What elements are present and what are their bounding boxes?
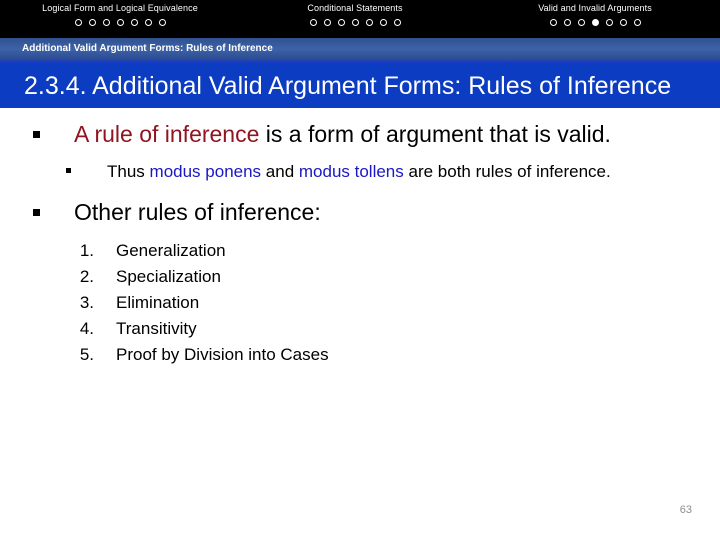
nav-dot[interactable] (116, 19, 124, 26)
slide-body: A rule of inference is a form of argumen… (0, 108, 720, 540)
list-item-number: 3. (79, 293, 94, 312)
nav-dot[interactable] (365, 19, 373, 26)
rules-of-inference-list: 1. Generalization 2. Specialization 3. E… (0, 238, 720, 368)
section-subtitle-bar: Additional Valid Argument Forms: Rules o… (0, 38, 720, 63)
bullet-text-rest: is a form of argument that is valid. (259, 121, 611, 147)
section-subtitle-text: Additional Valid Argument Forms: Rules o… (22, 43, 273, 54)
list-item: 2. Specialization (0, 264, 720, 290)
list-item-label: Specialization (116, 267, 221, 286)
term-modus-tollens: modus tollens (298, 162, 404, 181)
slide-title-banner: 2.3.4. Additional Valid Argument Forms: … (0, 63, 720, 108)
page-title: 2.3.4. Additional Valid Argument Forms: … (24, 71, 672, 100)
nav-section-conditional-statements[interactable]: Conditional Statements (240, 0, 470, 38)
nav-dot[interactable] (74, 19, 82, 26)
nav-dot[interactable] (605, 19, 613, 26)
list-item-label: Proof by Division into Cases (116, 345, 329, 364)
subbullet-modus-examples: Thus modus ponens and modus tollens are … (0, 160, 720, 184)
list-item: 4. Transitivity (0, 316, 720, 342)
nav-dot-current[interactable] (591, 19, 599, 26)
nav-dot[interactable] (393, 19, 401, 26)
square-bullet-icon (66, 168, 71, 173)
nav-section-logical-form[interactable]: Logical Form and Logical Equivalence (0, 0, 240, 38)
nav-dot[interactable] (577, 19, 585, 26)
nav-section-title: Valid and Invalid Arguments (538, 3, 652, 13)
nav-dot[interactable] (130, 19, 138, 26)
bullet-text: Other rules of inference: (74, 199, 321, 225)
nav-section-valid-invalid-arguments[interactable]: Valid and Invalid Arguments (470, 0, 720, 38)
list-item-number: 4. (79, 319, 94, 338)
subbullet-part-3: are both rules of inference. (403, 162, 611, 181)
list-item-label: Transitivity (116, 319, 197, 338)
nav-section-title: Conditional Statements (307, 3, 403, 13)
top-navigation-bar: Logical Form and Logical Equivalence Con… (0, 0, 720, 38)
subbullet-text: Thus modus ponens and modus tollens are … (107, 160, 611, 184)
bullet-rule-of-inference-definition: A rule of inference is a form of argumen… (0, 120, 720, 148)
nav-dot[interactable] (309, 19, 317, 26)
square-bullet-icon (33, 131, 40, 138)
nav-dot[interactable] (158, 19, 166, 26)
list-item-label: Generalization (116, 241, 226, 260)
nav-dot[interactable] (144, 19, 152, 26)
nav-dot[interactable] (102, 19, 110, 26)
square-bullet-icon (33, 209, 40, 216)
nav-progress-dots (240, 13, 470, 26)
nav-dot[interactable] (337, 19, 345, 26)
nav-dot[interactable] (323, 19, 331, 26)
list-item-label: Elimination (116, 293, 200, 312)
list-item: 1. Generalization (0, 238, 720, 264)
nav-dot[interactable] (379, 19, 387, 26)
term-rule-of-inference: A rule of inference (74, 121, 260, 147)
nav-dot[interactable] (563, 19, 571, 26)
term-modus-ponens: modus ponens (149, 162, 262, 181)
subbullet-part-1: Thus (107, 162, 150, 181)
list-item-number: 5. (79, 345, 94, 364)
nav-dot[interactable] (619, 19, 627, 26)
list-item: 5. Proof by Division into Cases (0, 342, 720, 368)
list-item-number: 1. (79, 241, 94, 260)
nav-progress-dots (470, 13, 720, 26)
page-number: 63 (679, 504, 692, 516)
bullet-other-rules-heading: Other rules of inference: (0, 198, 720, 226)
bullet-text: A rule of inference is a form of argumen… (74, 120, 611, 148)
nav-section-title: Logical Form and Logical Equivalence (42, 3, 198, 13)
nav-progress-dots (0, 13, 240, 26)
nav-dot[interactable] (88, 19, 96, 26)
nav-dot[interactable] (633, 19, 641, 26)
list-item-number: 2. (79, 267, 94, 286)
nav-dot[interactable] (351, 19, 359, 26)
nav-dot[interactable] (549, 19, 557, 26)
subbullet-part-2: and (261, 162, 299, 181)
list-item: 3. Elimination (0, 290, 720, 316)
